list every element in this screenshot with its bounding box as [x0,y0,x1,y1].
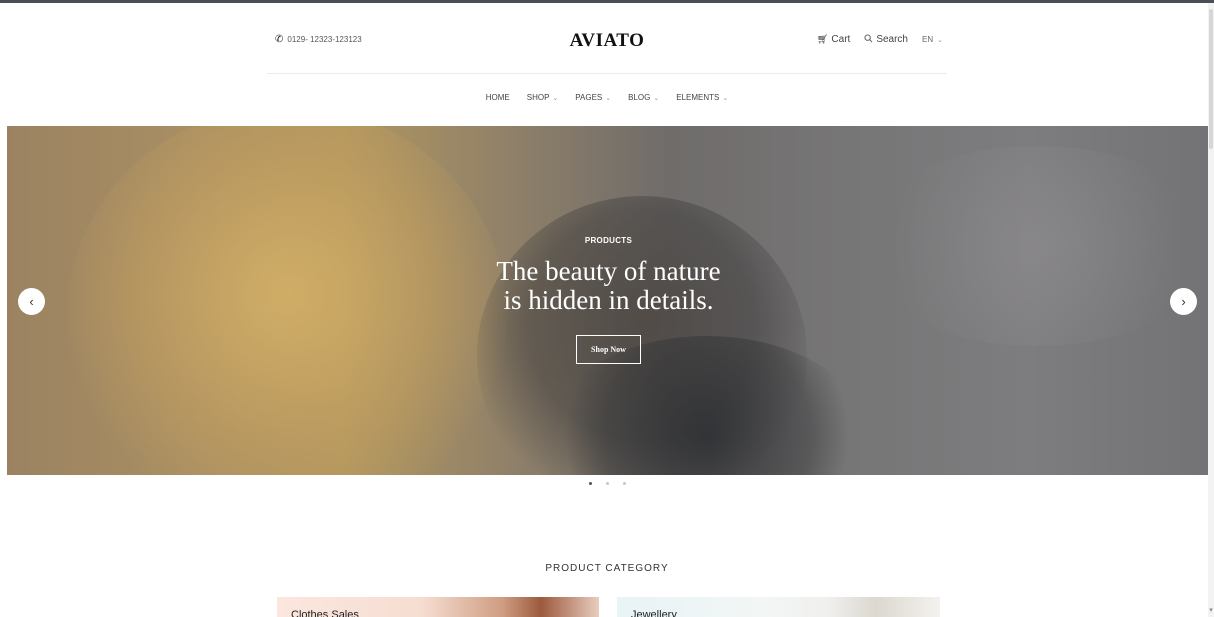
nav-label: ELEMENTS [676,93,720,102]
cart-icon: 🛒︎ [816,34,829,44]
nav-item-home[interactable]: HOME [486,93,510,102]
nav-item-elements[interactable]: ELEMENTS ⌄ [676,93,728,102]
nav-item-blog[interactable]: BLOG ⌄ [628,93,659,102]
nav-label: HOME [485,93,510,102]
chevron-down-icon: ⌄ [552,94,559,102]
search-label: Search [876,34,908,45]
chevron-right-icon: › [1181,294,1186,309]
chevron-left-icon: ‹ [29,294,34,309]
scroll-down-icon[interactable]: ▾ [1208,607,1214,615]
nav-label: SHOP [526,93,550,102]
category-card-jewellery[interactable]: Jewellery [617,597,940,617]
slider-dot[interactable] [605,482,609,485]
product-category-title: PRODUCT CATEGORY [545,563,669,574]
cart-label: Cart [831,34,851,45]
prev-slide-button[interactable]: ‹ [18,288,45,315]
nav-label: BLOG [628,93,651,102]
logo-text: AVIATO [569,30,645,51]
scrollbar[interactable]: ▾ [1208,3,1214,617]
category-card-clothes[interactable]: Clothes Sales [277,597,599,617]
category-label: Jewellery [631,609,677,617]
chevron-down-icon: ⌄ [722,94,729,102]
slider-dot[interactable] [588,482,592,485]
slider-dot[interactable] [622,482,626,485]
hero-title-line: The beauty of nature [496,256,721,286]
hero-slider: PRODUCTS The beauty of nature is hidden … [7,126,1210,475]
main-nav: HOME SHOP ⌄ PAGES ⌄ BLOG ⌄ ELEMENTS ⌄ [0,93,1214,102]
nav-item-shop[interactable]: SHOP ⌄ [527,93,559,102]
language-label: EN [922,35,934,44]
site-header: ✆ 0129- 12323-123123 AVIATO 🛒︎ Cart Sear… [267,22,947,74]
hero-title: The beauty of nature is hidden in detail… [7,257,1210,315]
cart-link[interactable]: 🛒︎ Cart [817,34,850,45]
next-slide-button[interactable]: › [1170,288,1197,315]
chevron-down-icon: ⌄ [605,94,612,102]
search-link[interactable]: Search [864,34,908,45]
slider-dots [0,482,1214,485]
nav-label: PAGES [575,93,603,102]
chevron-down-icon: ⌄ [937,36,943,44]
category-label: Clothes Sales [291,609,359,617]
language-selector[interactable]: EN ⌄ [922,35,943,44]
hero-content: PRODUCTS The beauty of nature is hidden … [7,236,1210,364]
hero-eyebrow: PRODUCTS [584,236,633,245]
chevron-down-icon: ⌄ [653,94,660,102]
header-actions: 🛒︎ Cart Search EN ⌄ [817,34,943,45]
scrollbar-thumb[interactable] [1209,9,1213,149]
top-border [0,0,1214,3]
search-icon [864,34,873,45]
hero-title-line: is hidden in details. [503,285,714,315]
shop-now-button[interactable]: Shop Now [576,335,641,364]
nav-item-pages[interactable]: PAGES ⌄ [575,93,611,102]
